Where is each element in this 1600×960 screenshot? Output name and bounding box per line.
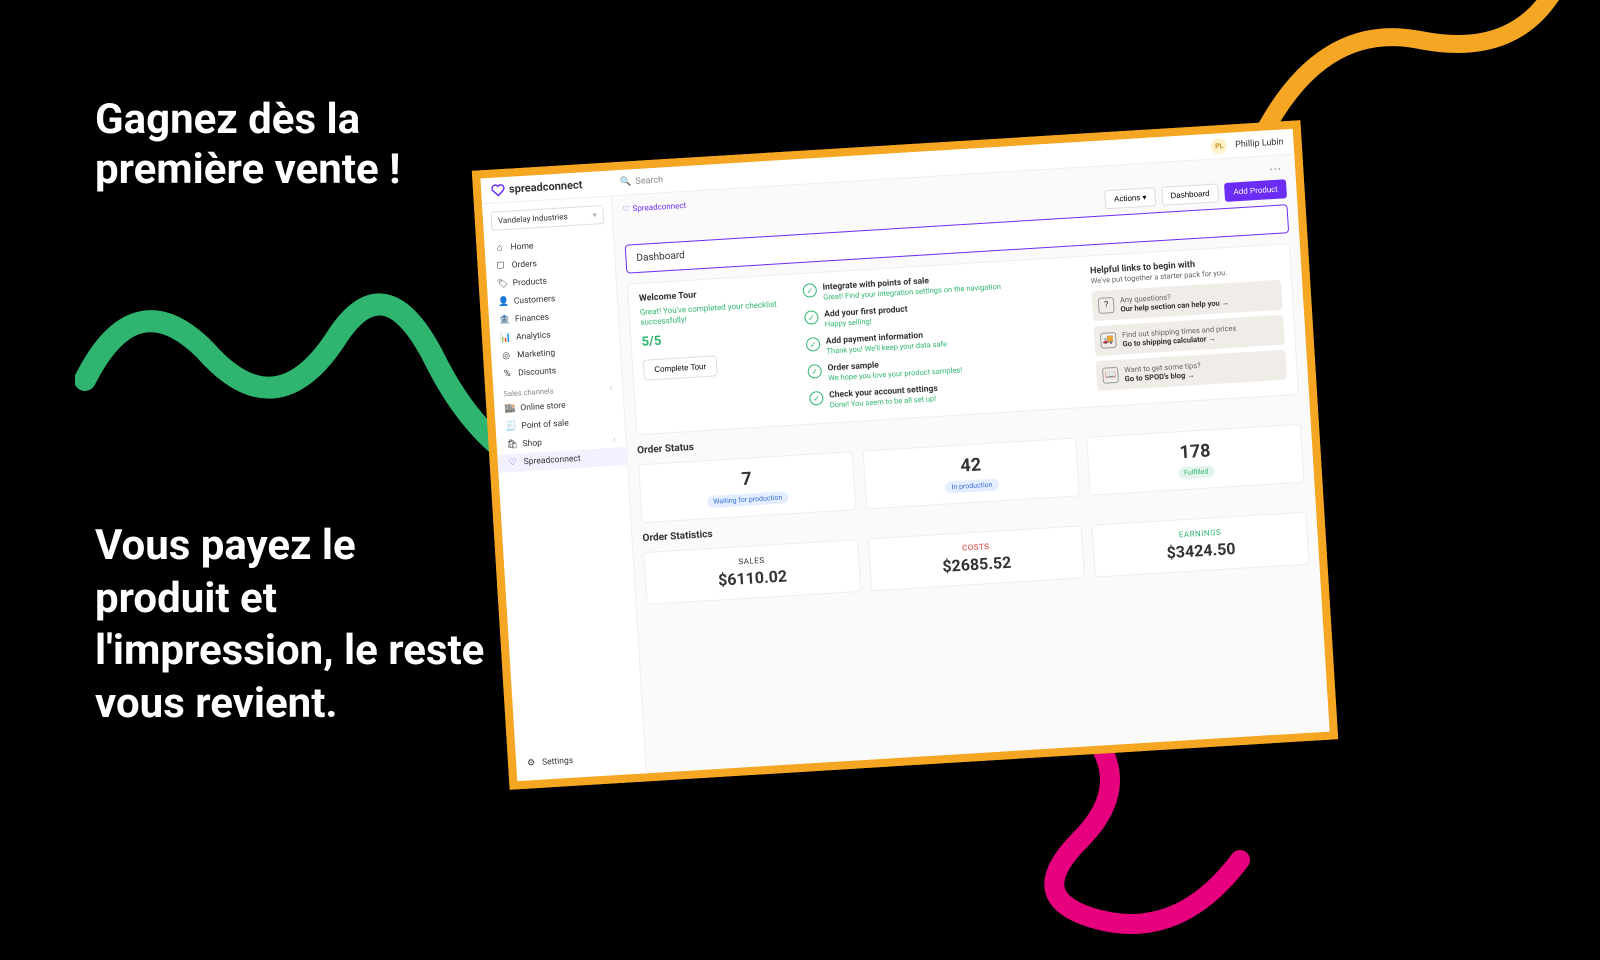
chevron-down-icon: ▾ [592,210,597,219]
truck-icon: 🚚 [1100,332,1117,349]
discounts-icon: % [502,369,513,380]
check-icon: ✓ [802,283,817,298]
user-name[interactable]: Phillip Lubin [1235,137,1284,150]
gear-icon: ⚙ [526,758,537,769]
avatar[interactable]: PL [1211,137,1228,154]
question-icon: ? [1098,297,1115,314]
book-icon: 📖 [1102,367,1119,384]
sidebar-item-label: Marketing [517,348,556,360]
search-placeholder: Search [635,175,663,187]
analytics-icon: 📊 [500,333,511,344]
status-label: Waiting for production [707,491,789,508]
check-icon: ✓ [804,310,819,325]
sidebar-item-label: Settings [542,756,574,768]
sidebar-item-label: Products [513,277,548,289]
search-icon: 🔍 [620,177,632,188]
check-icon: ✓ [806,337,821,352]
brand-name: spreadconnect [509,178,583,195]
chevron-right-icon[interactable]: › [610,383,613,392]
add-product-button[interactable]: Add Product [1224,179,1287,202]
status-value: 7 [650,463,844,496]
sidebar-item-label: Point of sale [521,418,569,431]
dashboard-button[interactable]: Dashboard [1161,183,1219,205]
breadcrumb: ♡ Spreadconnect [622,200,686,213]
marketing-headline-top: Gagnez dès la première vente ! [95,95,495,196]
stat-costs: COSTS$2685.52 [868,525,1086,591]
products-icon: 🏷 [497,279,508,290]
helpful-links-panel: Helpful links to begin with We've put to… [1090,255,1288,396]
stat-sales: SALES$6110.02 [643,539,861,605]
main-content: ♡ Spreadconnect ⋯ Actions ▾ Dashboard Ad… [612,155,1330,774]
store-icon: 🏬 [504,404,515,415]
customers-icon: 👤 [498,297,509,308]
stat-earnings: EARNINGS$3424.50 [1092,512,1310,578]
heart-icon [491,182,506,197]
marketing-headline-bottom: Vous payez le produit et l'impression, l… [95,520,495,730]
app-screenshot-frame: spreadconnect 🔍 Search PL Phillip Lubin … [472,120,1338,790]
sidebar-item-label: Shop [522,438,542,449]
page-title: Dashboard [636,250,685,264]
orders-icon: ☐ [495,261,506,272]
check-icon: ✓ [809,391,824,406]
actions-dropdown[interactable]: Actions ▾ [1105,187,1157,209]
checklist: ✓Integrate with points of saleGreat! Fin… [802,267,1083,413]
app-screenshot: spreadconnect 🔍 Search PL Phillip Lubin … [480,129,1329,782]
sidebar-item-label: Online store [520,401,566,414]
breadcrumb-app: Spreadconnect [632,200,686,212]
sidebar-item-label: Discounts [518,366,556,378]
finances-icon: 🏦 [499,315,510,326]
help-link-blog[interactable]: 📖Want to get some tips?Go to SPOD's blog… [1096,350,1287,392]
welcome-message: Great! You've completed your checklist s… [640,299,791,329]
help-link-shipping[interactable]: 🚚Find out shipping times and pricesGo to… [1093,315,1284,357]
complete-tour-button[interactable]: Complete Tour [643,355,718,380]
heart-icon: ♡ [507,458,518,469]
welcome-tour-card: Welcome Tour Great! You've completed you… [627,243,1299,435]
sidebar-item-label: Finances [515,312,550,324]
sidebar-item-label: Home [510,241,533,252]
status-value: 178 [1098,435,1292,468]
brand-logo[interactable]: spreadconnect [491,178,583,198]
marketing-icon: ◎ [501,351,512,362]
shop-selector[interactable]: Vandelay Industries ▾ [490,205,604,231]
sidebar-item-label: Customers [514,294,556,307]
sidebar-item-label: Spreadconnect [523,454,580,467]
status-label: In production [945,478,999,493]
chevron-right-icon: › [613,434,616,443]
sidebar-item-label: Orders [511,259,537,271]
check-icon: ✓ [807,364,822,379]
welcome-fraction: 5/5 [641,326,792,350]
shop-icon: 🛍 [506,440,517,451]
more-menu[interactable]: ⋯ [1265,161,1286,176]
help-link-questions[interactable]: ?Any questions?Our help section can help… [1091,280,1282,322]
shop-name: Vandelay Industries [498,212,568,225]
pos-icon: 🧾 [505,422,516,433]
heart-icon: ♡ [622,204,630,213]
home-icon: ⌂ [494,242,505,254]
sidebar-item-label: Analytics [516,330,551,342]
status-label: Fulfilled [1178,465,1215,479]
status-value: 42 [874,449,1068,482]
